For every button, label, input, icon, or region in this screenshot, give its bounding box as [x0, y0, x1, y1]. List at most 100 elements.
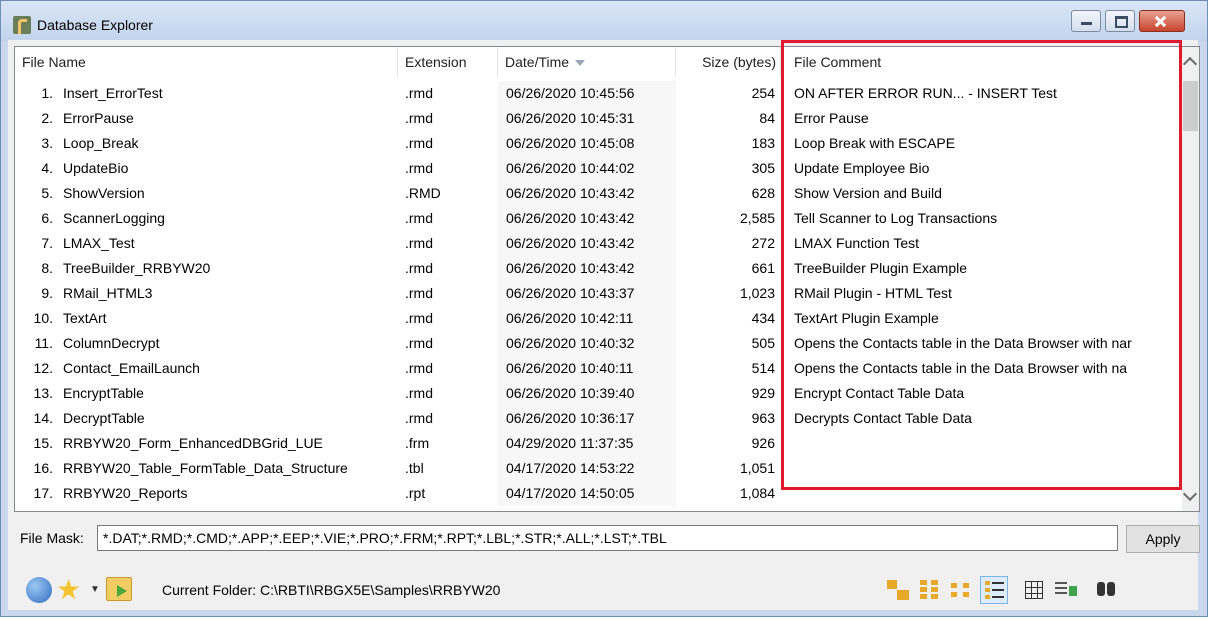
date-time-cell: 06/26/2020 10:39:40	[498, 381, 676, 406]
list-rows: 1. Insert_ErrorTest .rmd 06/26/2020 10:45:5…	[15, 81, 1185, 506]
refresh-view-icon[interactable]	[1052, 576, 1080, 604]
date-time-cell: 04/17/2020 14:53:22	[498, 456, 676, 481]
file-comment-cell: Opens the Contacts table in the Data Bro…	[794, 360, 1128, 376]
size-cell: 272	[751, 235, 775, 251]
table-row[interactable]: 8. TreeBuilder_RRBYW20 .rmd 06/26/2020 10:4…	[15, 256, 1185, 281]
column-header-label: Extension	[405, 54, 467, 70]
table-row[interactable]: 16. RRBYW20_Table_FormTable_Data_Structur…	[15, 456, 1185, 481]
scroll-down-icon[interactable]	[1182, 486, 1198, 502]
current-folder-path: Current Folder: C:\RBTI\RBGX5E\Samples\R…	[162, 582, 501, 598]
file-comment-cell: Update Employee Bio	[794, 160, 930, 176]
column-header-file-name[interactable]: File Name	[15, 47, 398, 77]
size-cell: 963	[751, 410, 775, 426]
row-number: 11.	[34, 335, 53, 351]
table-row[interactable]: 10. TextArt .rmd 06/26/2020 10:42:11 434 Text…	[15, 306, 1185, 331]
file-name-cell: LMAX_Test	[63, 235, 135, 251]
file-comment-cell: ON AFTER ERROR RUN... - INSERT Test	[794, 85, 1057, 101]
window-title: Database Explorer	[37, 17, 153, 33]
large-icons-view-icon[interactable]	[884, 576, 912, 604]
extension-cell: .RMD	[405, 185, 441, 201]
title-bar[interactable]: Database Explorer	[1, 1, 1207, 41]
extension-cell: .rmd	[405, 410, 433, 426]
list-view-icon[interactable]	[948, 576, 976, 604]
column-header-file-comment[interactable]: File Comment	[781, 47, 1185, 77]
size-cell: 505	[751, 335, 775, 351]
table-row[interactable]: 5. ShowVersion .RMD 06/26/2020 10:43:42 628 S…	[15, 181, 1185, 206]
table-row[interactable]: 13. EncryptTable .rmd 06/26/2020 10:39:40 92…	[15, 381, 1185, 406]
close-button[interactable]	[1139, 10, 1185, 32]
file-name-cell: DecryptTable	[63, 410, 145, 426]
row-number: 7.	[41, 235, 53, 251]
favorites-star-icon[interactable]: ★	[56, 572, 81, 608]
row-number: 14.	[33, 410, 53, 426]
file-comment-cell: TextArt Plugin Example	[794, 310, 939, 326]
row-number: 17.	[33, 485, 53, 501]
date-time-cell: 06/26/2020 10:43:42	[498, 256, 676, 281]
date-time-cell: 06/26/2020 10:43:42	[498, 231, 676, 256]
size-cell: 183	[751, 135, 775, 151]
file-name-cell: RRBYW20_Table_FormTable_Data_Structure	[63, 460, 348, 476]
maximize-button[interactable]	[1105, 10, 1135, 32]
small-icons-view-icon[interactable]	[916, 576, 944, 604]
table-row[interactable]: 11. ColumnDecrypt .rmd 06/26/2020 10:40:32 5…	[15, 331, 1185, 356]
size-cell: 2,585	[739, 210, 775, 226]
row-number: 10.	[33, 310, 53, 326]
table-row[interactable]: 2. ErrorPause .rmd 06/26/2020 10:45:31 84 Err…	[15, 106, 1185, 131]
size-cell: 1,084	[739, 485, 775, 501]
date-time-cell: 06/26/2020 10:40:11	[498, 356, 676, 381]
table-row[interactable]: 7. LMAX_Test .rmd 06/26/2020 10:43:42 272 LMA…	[15, 231, 1185, 256]
row-number: 1.	[41, 85, 53, 101]
minimize-button[interactable]	[1071, 10, 1101, 32]
grid-view-icon[interactable]	[1020, 576, 1048, 604]
open-folder-icon[interactable]	[106, 577, 132, 601]
scrollbar-thumb[interactable]	[1183, 81, 1198, 131]
file-comment-cell: TreeBuilder Plugin Example	[794, 260, 968, 276]
file-name-cell: ColumnDecrypt	[63, 335, 160, 351]
column-header-date-time[interactable]: Date/Time	[498, 47, 676, 77]
file-comment-cell	[781, 431, 1185, 456]
vertical-scrollbar[interactable]	[1182, 47, 1199, 511]
extension-cell: .rmd	[405, 260, 433, 276]
file-name-cell: Insert_ErrorTest	[63, 85, 163, 101]
table-row[interactable]: 14. DecryptTable .rmd 06/26/2020 10:36:17 96…	[15, 406, 1185, 431]
apply-button[interactable]: Apply	[1126, 525, 1200, 553]
column-header-label: Date/Time	[505, 54, 570, 70]
extension-cell: .rmd	[405, 310, 433, 326]
column-header-size[interactable]: Size (bytes)	[676, 47, 781, 77]
file-comment-cell	[781, 456, 1185, 481]
file-name-cell: RMail_HTML3	[63, 285, 153, 301]
column-header-extension[interactable]: Extension	[398, 47, 498, 77]
database-icon[interactable]	[26, 577, 52, 603]
status-bar: ★ ▼ Current Folder: C:\RBTI\RBGX5E\Sampl…	[14, 572, 1200, 608]
file-list[interactable]: File Name Extension Date/Time Size (byte…	[14, 46, 1200, 512]
table-row[interactable]: 1. Insert_ErrorTest .rmd 06/26/2020 10:45:5…	[15, 81, 1185, 106]
date-time-cell: 06/26/2020 10:43:42	[498, 181, 676, 206]
table-row[interactable]: 12. Contact_EmailLaunch .rmd 06/26/2020 10:…	[15, 356, 1185, 381]
extension-cell: .rmd	[405, 360, 433, 376]
date-time-cell: 06/26/2020 10:45:08	[498, 131, 676, 156]
extension-cell: .tbl	[405, 460, 424, 476]
find-binoculars-icon[interactable]	[1092, 576, 1120, 604]
file-comment-cell: Decrypts Contact Table Data	[794, 410, 972, 426]
scroll-up-icon[interactable]	[1182, 56, 1198, 72]
file-name-cell: RRBYW20_Form_EnhancedDBGrid_LUE	[63, 435, 323, 451]
date-time-cell: 06/26/2020 10:40:32	[498, 331, 676, 356]
file-name-cell: Loop_Break	[63, 135, 139, 151]
dropdown-caret-icon[interactable]: ▼	[90, 584, 100, 595]
column-header-label: Size (bytes)	[702, 54, 776, 70]
sort-descending-icon	[575, 60, 586, 67]
table-row[interactable]: 3. Loop_Break .rmd 06/26/2020 10:45:08 183 Lo…	[15, 131, 1185, 156]
details-view-icon[interactable]	[980, 576, 1008, 604]
table-row[interactable]: 6. ScannerLogging .rmd 06/26/2020 10:43:42 2…	[15, 206, 1185, 231]
table-row[interactable]: 15. RRBYW20_Form_EnhancedDBGrid_LUE .frm 04…	[15, 431, 1185, 456]
table-row[interactable]: 9. RMail_HTML3 .rmd 06/26/2020 10:43:37 1,02…	[15, 281, 1185, 306]
row-number: 5.	[41, 185, 53, 201]
file-comment-cell: RMail Plugin - HTML Test	[794, 285, 952, 301]
column-header-label: File Name	[22, 54, 86, 70]
file-mask-input[interactable]	[97, 525, 1118, 551]
table-row[interactable]: 4. UpdateBio .rmd 06/26/2020 10:44:02 305 Upd…	[15, 156, 1185, 181]
date-time-cell: 04/17/2020 14:50:05	[498, 481, 676, 506]
row-number: 15.	[33, 435, 53, 451]
row-number: 9.	[41, 285, 53, 301]
table-row[interactable]: 17. RRBYW20_Reports .rpt 04/17/2020 14:50:0…	[15, 481, 1185, 506]
